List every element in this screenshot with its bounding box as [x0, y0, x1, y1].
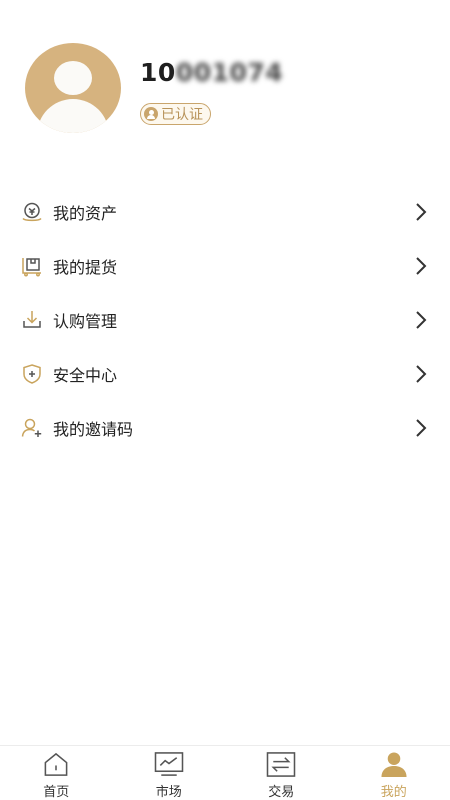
- subscription-icon: [20, 308, 44, 332]
- chevron-right-icon: [416, 257, 427, 275]
- menu-label: 我的资产: [53, 204, 118, 223]
- menu-item-my-assets[interactable]: 我的资产: [0, 185, 450, 239]
- chevron-right-icon: [416, 365, 427, 383]
- pickup-icon: [20, 254, 44, 278]
- home-icon: [44, 752, 68, 776]
- shield-icon: [20, 362, 44, 386]
- menu-item-my-invite-code[interactable]: 我的邀请码: [0, 401, 450, 455]
- verified-badge: 已认证: [140, 103, 211, 125]
- menu-label: 安全中心: [53, 366, 118, 385]
- tab-market[interactable]: 市场: [113, 746, 226, 800]
- user-icon: [381, 752, 407, 778]
- menu-item-my-pickup[interactable]: 我的提货: [0, 239, 450, 293]
- tab-trade[interactable]: 交易: [225, 746, 338, 800]
- menu-label: 认购管理: [53, 312, 118, 331]
- verified-user-icon: [144, 107, 158, 121]
- profile-header: 10001074 已认证: [0, 0, 450, 170]
- invite-user-icon: [20, 416, 44, 440]
- asset-icon: [20, 200, 44, 224]
- avatar[interactable]: [25, 43, 121, 133]
- bottom-tab-bar: 首页 市场 交易 我的: [0, 745, 450, 800]
- user-id-prefix: 10: [140, 58, 176, 87]
- menu-item-security-center[interactable]: 安全中心: [0, 347, 450, 401]
- avatar-body-shape: [37, 99, 109, 133]
- tab-home[interactable]: 首页: [0, 746, 113, 800]
- chevron-right-icon: [416, 311, 427, 329]
- menu-list: 我的资产 我的提货 认购管理 安全中心 我的邀请码: [0, 185, 450, 455]
- menu-label: 我的提货: [53, 258, 118, 277]
- verified-label: 已认证: [161, 107, 203, 123]
- tab-label: 首页: [43, 785, 70, 800]
- exchange-icon: [266, 752, 296, 777]
- chevron-right-icon: [416, 203, 427, 221]
- market-chart-icon: [154, 752, 184, 776]
- menu-item-subscription-management[interactable]: 认购管理: [0, 293, 450, 347]
- user-id-masked: 001074: [175, 58, 284, 87]
- tab-label: 市场: [155, 785, 182, 800]
- chevron-right-icon: [416, 419, 427, 437]
- tab-mine[interactable]: 我的: [338, 746, 450, 800]
- menu-label: 我的邀请码: [53, 420, 134, 439]
- avatar-head-shape: [54, 61, 92, 95]
- tab-label: 我的: [380, 785, 407, 800]
- user-id: 10001074: [140, 58, 283, 87]
- tab-label: 交易: [268, 785, 295, 800]
